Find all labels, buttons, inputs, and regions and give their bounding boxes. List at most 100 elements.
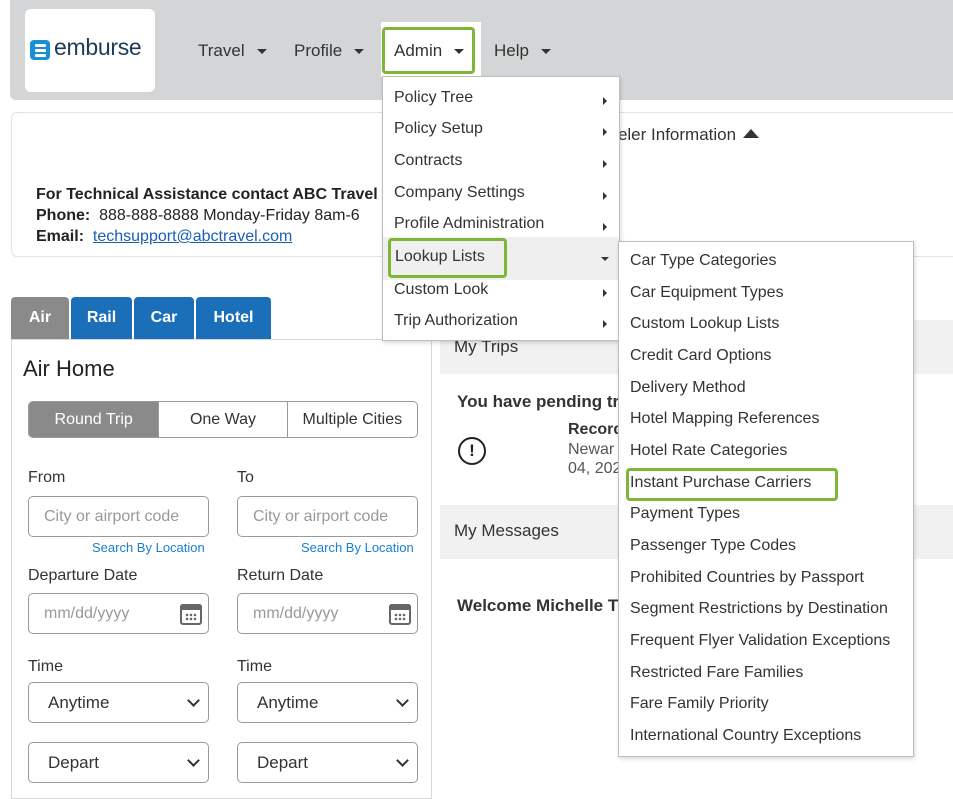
submenu-arrow-icon [603,128,607,136]
admin-highlight-box [382,27,475,74]
tab-rail[interactable]: Rail [71,297,132,339]
tab-car[interactable]: Car [134,297,194,339]
trip-type-selector: Round Trip One Way Multiple Cities [28,401,418,438]
tab-air[interactable]: Air [11,297,69,339]
submenu-item-segment-restrictions[interactable]: Segment Restrictions by Destination [630,600,888,618]
submenu-item-hotel-mapping-references[interactable]: Hotel Mapping References [630,410,819,428]
chevron-down-icon [540,48,551,54]
chevron-down-icon [256,48,267,54]
nav-help[interactable]: Help [494,38,551,64]
lookup-lists-highlight-box [388,238,507,278]
emburse-logo-icon [30,40,50,60]
menu-item-trip-authorization[interactable]: Trip Authorization [394,312,518,330]
submenu-arrow-icon [603,192,607,200]
submenu-item-custom-lookup-lists[interactable]: Custom Lookup Lists [630,315,779,333]
nav-profile[interactable]: Profile [294,38,365,64]
return-date-placeholder: mm/dd/yyyy [253,604,339,622]
nav-profile-label: Profile [294,41,343,60]
submenu-item-car-type-categories[interactable]: Car Type Categories [630,252,776,270]
submenu-arrow-icon [603,223,607,231]
submenu-arrow-icon [603,97,607,105]
submenu-item-delivery-method[interactable]: Delivery Method [630,379,746,397]
traveler-info-toggle[interactable]: aveler Information [600,125,760,145]
departure-date-input[interactable]: mm/dd/yyyy [28,593,209,634]
departure-date-label: Departure Date [28,567,138,584]
submenu-item-fare-family-priority[interactable]: Fare Family Priority [630,695,769,713]
from-search-by-location-link[interactable]: Search By Location [92,540,205,555]
return-date-label: Return Date [237,567,324,584]
menu-item-contracts[interactable]: Contracts [394,152,462,170]
logo-text: emburse [54,34,142,60]
departure-time-value: Anytime [48,692,110,712]
phone-label: Phone: [36,207,91,224]
submenu-item-car-equipment-types[interactable]: Car Equipment Types [630,284,784,302]
chevron-down-icon [187,754,200,767]
submenu-item-credit-card-options[interactable]: Credit Card Options [630,347,771,365]
my-messages-title: My Messages [454,521,559,540]
submenu-item-prohibited-countries[interactable]: Prohibited Countries by Passport [630,569,864,587]
support-email: Email: techsupport@abctravel.com [36,228,292,246]
email-label: Email: [36,228,85,245]
one-way-option[interactable]: One Way [158,402,286,437]
to-search-by-location-link[interactable]: Search By Location [301,540,414,555]
departure-depart-value: Depart [48,752,100,772]
submenu-open-icon [601,257,609,261]
trip-date: 04, 202 [568,460,622,477]
air-home-title: Air Home [23,356,115,381]
welcome-message: Welcome Michelle Th [457,596,629,615]
menu-item-profile-administration[interactable]: Profile Administration [394,215,544,233]
from-label: From [28,469,66,486]
nav-travel[interactable]: Travel [198,38,267,64]
return-time-select[interactable]: Anytime [237,682,418,723]
traveler-info-label: aveler Information [600,125,737,144]
submenu-item-international-country-exceptions[interactable]: International Country Exceptions [630,727,861,745]
multiple-cities-option[interactable]: Multiple Cities [286,402,417,437]
pending-trips-text: You have pending tri [457,392,624,411]
submenu-item-frequent-flyer-exceptions[interactable]: Frequent Flyer Validation Exceptions [630,632,890,650]
return-time-value: Anytime [257,692,319,712]
collapse-up-icon [743,129,760,138]
lookup-lists-submenu: Car Type Categories Car Equipment Types … [618,241,914,757]
menu-item-policy-setup[interactable]: Policy Setup [394,120,483,138]
departure-depart-select[interactable]: Depart [28,742,209,783]
alert-icon: ! [458,437,486,465]
chevron-down-icon [187,694,200,707]
calendar-icon[interactable] [180,604,202,625]
submenu-item-passenger-type-codes[interactable]: Passenger Type Codes [630,537,796,555]
round-trip-option[interactable]: Round Trip [29,402,159,437]
trip-record[interactable]: Record [568,421,623,439]
chevron-down-icon [396,754,409,767]
support-contact-text: For Technical Assistance contact ABC Tra… [36,186,378,203]
menu-item-company-settings[interactable]: Company Settings [394,184,525,202]
submenu-arrow-icon [603,320,607,328]
chevron-down-icon [354,48,365,54]
trip-location: Newar [568,441,615,458]
chevron-down-icon [396,694,409,707]
menu-item-custom-look[interactable]: Custom Look [394,281,488,299]
menu-item-policy-tree[interactable]: Policy Tree [394,89,473,107]
phone-value: 888-888-8888 Monday-Friday 8am-6 [99,207,360,224]
support-phone: Phone: 888-888-8888 Monday-Friday 8am-6 [36,207,360,225]
return-depart-select[interactable]: Depart [237,742,418,783]
from-input[interactable]: City or airport code [28,496,209,537]
return-time-label: Time [237,658,272,675]
instant-purchase-highlight-box [626,468,838,501]
calendar-icon[interactable] [389,604,411,625]
to-input[interactable]: City or airport code [237,496,418,537]
submenu-arrow-icon [603,289,607,297]
return-depart-value: Depart [257,752,309,772]
submenu-item-payment-types[interactable]: Payment Types [630,505,740,523]
submenu-item-hotel-rate-categories[interactable]: Hotel Rate Categories [630,442,787,460]
nav-travel-label: Travel [198,41,245,60]
to-label: To [237,469,254,486]
submenu-arrow-icon [603,160,607,168]
submenu-item-restricted-fare-families[interactable]: Restricted Fare Families [630,664,803,682]
admin-dropdown-menu: Policy Tree Policy Setup Contracts Compa… [382,76,620,341]
nav-help-label: Help [494,41,529,60]
departure-date-placeholder: mm/dd/yyyy [44,604,130,622]
tab-hotel[interactable]: Hotel [196,297,271,339]
email-link[interactable]: techsupport@abctravel.com [93,228,292,245]
departure-time-label: Time [28,658,63,675]
return-date-input[interactable]: mm/dd/yyyy [237,593,418,634]
departure-time-select[interactable]: Anytime [28,682,209,723]
